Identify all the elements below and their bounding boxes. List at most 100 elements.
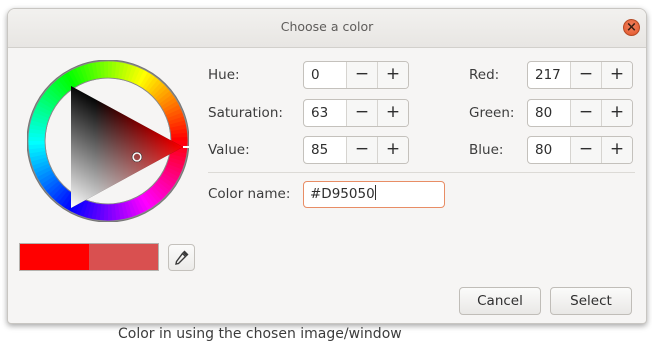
hue-ring-segment[interactable]	[177, 122, 178, 126]
hue-ring-segment[interactable]	[163, 96, 166, 99]
hue-ring-segment[interactable]	[60, 85, 63, 88]
hue-ring-segment[interactable]	[134, 206, 138, 208]
hue-ring-segment[interactable]	[60, 194, 63, 197]
hue-ring-segment[interactable]	[122, 71, 126, 72]
hue-ring-segment[interactable]	[164, 183, 167, 186]
hue-ring-segment[interactable]	[147, 199, 151, 201]
value-increment-button[interactable]: +	[377, 137, 408, 163]
hue-ring-segment[interactable]	[46, 177, 48, 181]
value-decrement-button[interactable]: −	[346, 137, 377, 163]
hue-ring-segment[interactable]	[155, 87, 158, 90]
hue-ring-segment[interactable]	[176, 118, 177, 122]
hue-ring-segment[interactable]	[43, 170, 45, 174]
hue-ring-segment[interactable]	[171, 108, 173, 112]
green-decrement-button[interactable]: −	[570, 100, 601, 126]
hue-ring-segment[interactable]	[159, 188, 162, 191]
hue-ring-segment[interactable]	[123, 210, 127, 211]
hue-ring-segment[interactable]	[52, 93, 55, 96]
hue-ring-segment[interactable]	[75, 76, 79, 78]
color-name-input[interactable]: #D95050	[303, 181, 445, 208]
value-spinbutton[interactable]: 85 − +	[303, 136, 409, 164]
hue-ring-segment[interactable]	[50, 96, 53, 99]
hue-ring-segment[interactable]	[146, 81, 150, 83]
hue-ring-segment[interactable]	[153, 85, 156, 88]
red-increment-button[interactable]: +	[601, 62, 632, 88]
hue-ring-segment[interactable]	[48, 180, 50, 184]
blue-decrement-button[interactable]: −	[570, 137, 601, 163]
hue-ring-segment[interactable]	[158, 90, 161, 93]
hue-ring-segment[interactable]	[93, 211, 97, 212]
green-increment-button[interactable]: +	[601, 100, 632, 126]
hue-ring-segment[interactable]	[119, 70, 123, 71]
hue-ring-segment[interactable]	[39, 160, 40, 164]
saturation-value[interactable]: 63	[304, 100, 346, 126]
hue-ring-segment[interactable]	[161, 186, 164, 189]
hue-value[interactable]: 0	[304, 62, 346, 88]
hue-ring-segment[interactable]	[41, 167, 43, 171]
hue-ring-segment[interactable]	[39, 119, 40, 123]
hue-ring-segment[interactable]	[173, 166, 175, 170]
hue-ring-segment[interactable]	[48, 99, 50, 103]
hue-ring-segment[interactable]	[50, 183, 53, 186]
cancel-button[interactable]: Cancel	[459, 287, 541, 315]
hue-ring-segment[interactable]	[177, 155, 178, 159]
hue-ring-segment[interactable]	[170, 173, 172, 177]
hue-ring-segment[interactable]	[55, 189, 58, 192]
saturation-decrement-button[interactable]: −	[346, 100, 377, 126]
hue-ring-segment[interactable]	[37, 126, 38, 130]
hue-ring-segment[interactable]	[137, 204, 141, 206]
hue-ring-segment[interactable]	[166, 99, 168, 103]
hue-ring-segment[interactable]	[115, 212, 119, 213]
blue-increment-button[interactable]: +	[601, 137, 632, 163]
hue-ring-segment[interactable]	[37, 152, 38, 156]
red-spinbutton[interactable]: 217 − +	[527, 61, 633, 89]
hue-ring-segment[interactable]	[175, 163, 176, 167]
hue-ring-segment[interactable]	[66, 81, 70, 83]
hue-ring-segment[interactable]	[130, 208, 134, 209]
hue-ring-segment[interactable]	[97, 212, 101, 213]
hue-ring-segment[interactable]	[144, 201, 148, 203]
hue-ring-segment[interactable]	[96, 70, 100, 71]
color-name-value[interactable]: #D95050	[310, 186, 375, 202]
hue-ring-segment[interactable]	[143, 79, 147, 81]
hue-ring-segment[interactable]	[178, 152, 179, 156]
hue-ring-segment[interactable]	[140, 203, 144, 205]
hue-ring-segment[interactable]	[127, 209, 131, 210]
value-value[interactable]: 85	[304, 137, 346, 163]
hue-ring-segment[interactable]	[89, 210, 93, 211]
hue-ring-segment[interactable]	[37, 130, 38, 134]
hue-ring-segment[interactable]	[178, 126, 179, 130]
hue-ring-segment[interactable]	[63, 197, 66, 200]
hue-spinbutton[interactable]: 0 − +	[303, 61, 409, 89]
hue-ring-segment[interactable]	[69, 79, 73, 81]
hue-ring-segment[interactable]	[137, 75, 141, 77]
hue-ring-segment[interactable]	[150, 196, 153, 199]
hue-ring-segment[interactable]	[54, 90, 57, 93]
hue-decrement-button[interactable]: −	[346, 62, 377, 88]
hue-ring-segment[interactable]	[130, 73, 134, 74]
hue-ring-segment[interactable]	[72, 77, 76, 79]
hue-increment-button[interactable]: +	[377, 62, 408, 88]
hue-ring-segment[interactable]	[82, 73, 86, 74]
select-button[interactable]: Select	[550, 287, 632, 315]
blue-value[interactable]: 80	[528, 137, 570, 163]
hue-ring-segment[interactable]	[40, 163, 41, 167]
hue-ring-segment[interactable]	[93, 70, 97, 71]
hue-ring-segment[interactable]	[153, 194, 156, 197]
hue-ring-segment[interactable]	[44, 173, 46, 177]
hue-ring-segment[interactable]	[140, 77, 144, 79]
hue-ring-segment[interactable]	[179, 129, 180, 133]
blue-spinbutton[interactable]: 80 − +	[527, 136, 633, 164]
hue-ring-segment[interactable]	[63, 83, 66, 86]
hue-ring-segment[interactable]	[172, 170, 174, 174]
red-decrement-button[interactable]: −	[570, 62, 601, 88]
hue-ring-segment[interactable]	[38, 122, 39, 126]
hue-ring-segment[interactable]	[89, 71, 93, 72]
hue-ring-segment[interactable]	[82, 208, 86, 209]
hue-ring-segment[interactable]	[166, 179, 168, 183]
hue-ring-segment[interactable]	[85, 72, 89, 73]
hsv-triangle-wheel[interactable]	[27, 60, 189, 222]
hue-ring-segment[interactable]	[168, 102, 170, 106]
hue-ring-segment[interactable]	[126, 72, 130, 73]
hue-ring-segment[interactable]	[168, 176, 170, 180]
